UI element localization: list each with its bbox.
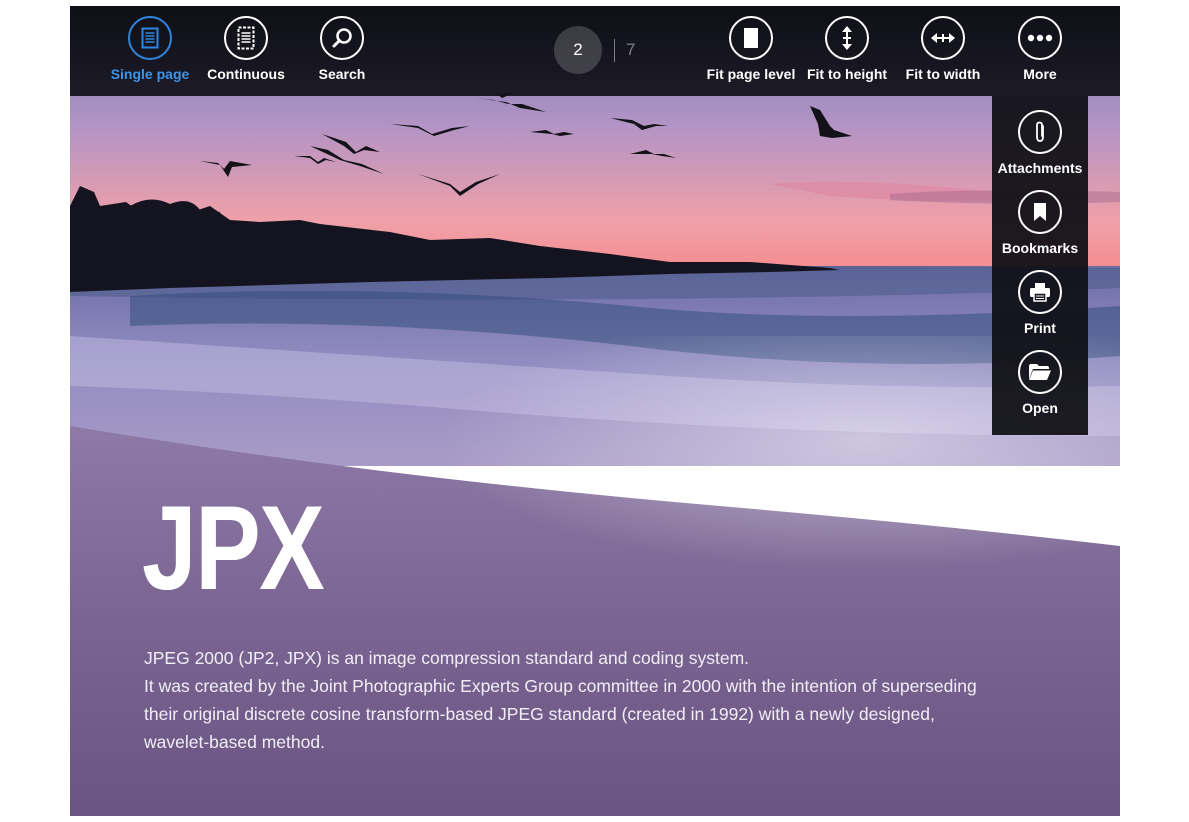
fit-to-width-label: Fit to width [905,66,981,82]
app-bar: Single page Continuous Search 2 7 Fit pa… [70,6,1120,96]
document-body: JPEG 2000 (JP2, JPX) is an image compres… [144,644,984,756]
fit-to-height-label: Fit to height [806,66,888,82]
continuous-icon [224,16,268,60]
pager-divider [614,39,615,62]
fit-to-width-button[interactable]: Fit to width [895,16,991,82]
more-button[interactable]: More [992,16,1088,82]
printer-icon [1018,270,1062,314]
single-page-label: Single page [110,66,190,82]
print-button[interactable]: Print [992,270,1088,336]
single-page-icon [128,16,172,60]
fit-width-icon [921,16,965,60]
body-paragraph-1: JPEG 2000 (JP2, JPX) is an image compres… [144,648,750,668]
single-page-button[interactable]: Single page [102,16,198,82]
more-menu: Attachments Bookmarks Print Open [992,96,1088,435]
more-label: More [1023,66,1057,82]
document-viewer: Single page Continuous Search 2 7 Fit pa… [70,6,1120,816]
more-icon [1018,16,1062,60]
continuous-button[interactable]: Continuous [198,16,294,82]
folder-icon [1018,350,1062,394]
search-icon [320,16,364,60]
open-label: Open [1022,400,1058,416]
attachments-button[interactable]: Attachments [992,110,1088,176]
bookmark-icon [1018,190,1062,234]
search-button[interactable]: Search [294,16,390,82]
bookmarks-label: Bookmarks [1001,240,1079,256]
open-button[interactable]: Open [992,350,1088,416]
body-paragraph-2: It was created by the Joint Photographic… [144,676,977,752]
current-page-number[interactable]: 2 [554,26,602,74]
continuous-label: Continuous [207,66,285,82]
fit-to-height-button[interactable]: Fit to height [799,16,895,82]
document-title: JPX [142,481,325,615]
print-label: Print [1024,320,1056,336]
fit-page-icon [729,16,773,60]
fit-page-level-label: Fit page level [706,66,796,82]
search-label: Search [318,66,366,82]
paperclip-icon [1018,110,1062,154]
bookmarks-button[interactable]: Bookmarks [992,190,1088,256]
total-page-count: 7 [626,40,636,59]
attachments-label: Attachments [997,160,1083,176]
fit-page-level-button[interactable]: Fit page level [703,16,799,82]
fit-height-icon [825,16,869,60]
